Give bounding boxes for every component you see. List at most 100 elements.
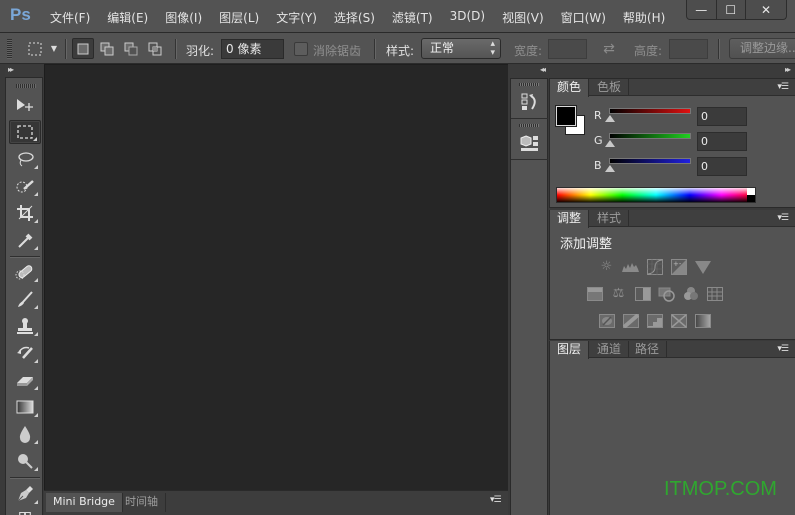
hue-saturation-icon[interactable]: [586, 285, 603, 302]
color-spectrum-ramp[interactable]: [556, 187, 756, 203]
brightness-contrast-icon[interactable]: ☼: [598, 258, 615, 275]
blur-tool[interactable]: [9, 422, 41, 446]
options-bar-grip[interactable]: [7, 39, 12, 59]
subtract-from-selection-icon[interactable]: [120, 38, 142, 59]
panel-menu-icon[interactable]: ▾☰: [777, 82, 788, 92]
updown-arrows-icon: ▴▾: [490, 40, 495, 58]
green-slider-thumb[interactable]: [605, 140, 615, 147]
foreground-color-swatch[interactable]: [556, 106, 576, 126]
eyedropper-tool[interactable]: [9, 228, 41, 252]
close-button[interactable]: ✕: [746, 0, 786, 19]
threshold-icon[interactable]: [646, 312, 663, 329]
menu-edit[interactable]: 编辑(E): [107, 9, 148, 26]
height-input[interactable]: [669, 39, 708, 59]
lasso-tool[interactable]: [9, 147, 41, 171]
gradient-map-icon[interactable]: [694, 312, 711, 329]
menu-image[interactable]: 图像(I): [165, 9, 202, 26]
expand-icon[interactable]: ▸▸: [785, 65, 789, 74]
more-tools-indicator: [34, 219, 38, 223]
bottom-panel-dock: Mini Bridge 时间轴 ▾☰: [44, 490, 508, 515]
black-white-icon[interactable]: [634, 285, 651, 302]
tab-channels[interactable]: 通道: [590, 341, 629, 358]
tab-mini-bridge[interactable]: Mini Bridge: [46, 493, 123, 512]
menu-help[interactable]: 帮助(H): [623, 9, 665, 26]
red-slider[interactable]: [609, 108, 691, 114]
move-tool[interactable]: [9, 93, 41, 117]
green-value-input[interactable]: 0: [697, 132, 747, 151]
tools-separator: [10, 256, 40, 257]
add-to-selection-icon[interactable]: [96, 38, 118, 59]
dodge-tool[interactable]: [9, 449, 41, 473]
width-input[interactable]: [548, 39, 587, 59]
exposure-icon[interactable]: +-: [670, 258, 687, 275]
clone-stamp-tool[interactable]: [9, 314, 41, 338]
quick-selection-tool[interactable]: [9, 174, 41, 198]
channel-mixer-icon[interactable]: [682, 285, 699, 302]
antialias-checkbox[interactable]: [294, 42, 308, 56]
red-slider-thumb[interactable]: [605, 115, 615, 122]
blue-value-input[interactable]: 0: [697, 157, 747, 176]
curves-icon[interactable]: [646, 258, 663, 275]
history-brush-tool[interactable]: [9, 341, 41, 365]
menu-select[interactable]: 选择(S): [334, 9, 375, 26]
vibrance-icon[interactable]: [694, 258, 711, 275]
new-selection-icon[interactable]: [72, 38, 94, 59]
red-value-input[interactable]: 0: [697, 107, 747, 126]
feather-input[interactable]: 0 像素: [221, 39, 284, 59]
blue-slider-thumb[interactable]: [605, 165, 615, 172]
3d-panel-button[interactable]: [511, 120, 548, 160]
menu-file[interactable]: 文件(F): [50, 9, 90, 26]
menu-layer[interactable]: 图层(L): [219, 9, 259, 26]
preset-dropdown-icon[interactable]: ▼: [48, 38, 60, 59]
maximize-button[interactable]: ☐: [717, 0, 747, 19]
marquee-preset-icon[interactable]: [24, 38, 46, 59]
green-slider[interactable]: [609, 133, 691, 139]
icon-dock-header[interactable]: ◂◂: [510, 65, 548, 79]
tab-swatches[interactable]: 色板: [590, 79, 629, 96]
type-tool[interactable]: T: [9, 491, 41, 515]
photoshop-logo: Ps: [10, 5, 31, 25]
rectangular-marquee-tool[interactable]: [9, 120, 41, 144]
menu-filter[interactable]: 滤镜(T): [392, 9, 433, 26]
panel-menu-icon[interactable]: ▾☰: [777, 344, 788, 354]
tab-paths[interactable]: 路径: [628, 341, 667, 358]
brush-tool[interactable]: [9, 287, 41, 311]
collapse-icon[interactable]: ◂◂: [540, 65, 544, 74]
icon-dock: [510, 79, 548, 515]
eraser-tool[interactable]: [9, 368, 41, 392]
menu-window[interactable]: 窗口(W): [561, 9, 606, 26]
tab-adjustments[interactable]: 调整: [550, 210, 589, 228]
spot-healing-brush-tool[interactable]: [9, 260, 41, 284]
gradient-tool[interactable]: [9, 395, 41, 419]
blue-slider[interactable]: [609, 158, 691, 164]
document-canvas-area[interactable]: [44, 65, 508, 490]
intersect-selection-icon[interactable]: [144, 38, 166, 59]
invert-icon[interactable]: [598, 312, 615, 329]
expand-icon[interactable]: ▸▸: [8, 65, 12, 74]
tab-styles[interactable]: 样式: [590, 210, 629, 227]
minimize-button[interactable]: —: [687, 0, 717, 19]
panel-menu-icon[interactable]: ▾☰: [490, 495, 501, 505]
tools-panel-header[interactable]: ▸▸: [5, 65, 43, 78]
levels-icon[interactable]: [622, 258, 639, 275]
panel-menu-icon[interactable]: ▾☰: [777, 213, 788, 223]
crop-tool[interactable]: [9, 201, 41, 225]
tab-layers[interactable]: 图层: [550, 341, 589, 359]
tab-timeline[interactable]: 时间轴: [118, 493, 166, 512]
menu-3d[interactable]: 3D(D): [450, 9, 485, 26]
photo-filter-icon[interactable]: [658, 285, 675, 302]
tools-grip[interactable]: [16, 84, 36, 88]
right-panels-header[interactable]: ▸▸: [549, 65, 795, 79]
history-panel-button[interactable]: [511, 79, 548, 119]
tab-color[interactable]: 颜色: [550, 79, 589, 97]
selective-color-icon[interactable]: [670, 312, 687, 329]
refine-edge-button[interactable]: 调整边缘...: [729, 38, 795, 59]
style-select[interactable]: 正常 ▴▾: [421, 38, 501, 59]
menu-type[interactable]: 文字(Y): [276, 9, 317, 26]
posterize-icon[interactable]: [622, 312, 639, 329]
color-lookup-icon[interactable]: [706, 285, 723, 302]
swap-width-height-icon[interactable]: ⇄: [598, 38, 620, 59]
menu-view[interactable]: 视图(V): [502, 9, 544, 26]
color-balance-icon[interactable]: ⚖: [610, 285, 627, 302]
black-white-ramp[interactable]: [747, 188, 755, 202]
